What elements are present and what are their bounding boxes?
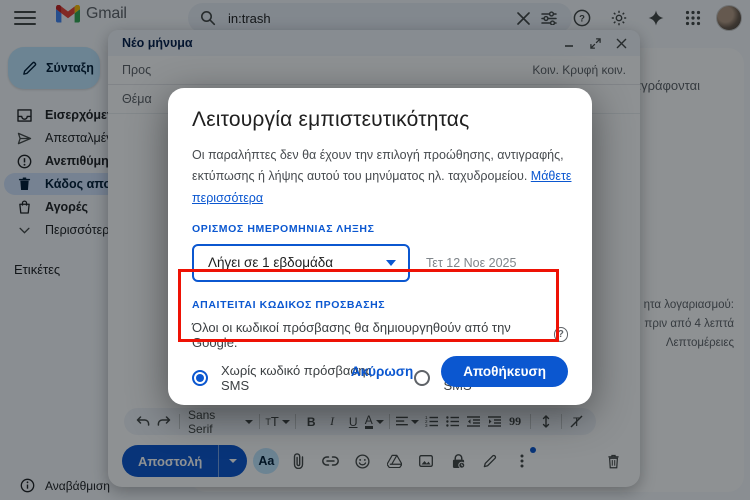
gmail-app: Gmail in:trash ? <box>0 0 750 500</box>
expiry-row: Λήγει σε 1 εβδομάδα Τετ 12 Νοε 2025 <box>192 244 568 282</box>
passcode-note: Όλοι οι κωδικοί πρόσβασης θα δημιουργηθο… <box>192 320 568 350</box>
save-button[interactable]: Αποθήκευση <box>441 356 568 387</box>
select-caret-icon <box>386 260 396 266</box>
expiry-select[interactable]: Λήγει σε 1 εβδομάδα <box>192 244 410 282</box>
dialog-title: Λειτουργία εμπιστευτικότητας <box>192 108 568 132</box>
expiry-date: Τετ 12 Νοε 2025 <box>426 256 516 270</box>
passcode-help-icon[interactable]: ? <box>554 327 568 342</box>
passcode-section-label: ΑΠΑΙΤΕΙΤΑΙ ΚΩΔΙΚΟΣ ΠΡΟΣΒΑΣΗΣ <box>192 299 568 311</box>
expiry-selected-value: Λήγει σε 1 εβδομάδα <box>208 255 386 270</box>
dialog-actions: Ακύρωση Αποθήκευση <box>351 356 568 387</box>
expiry-section-label: ΟΡΙΣΜΟΣ ΗΜΕΡΟΜΗΝΙΑΣ ΛΗΞΗΣ <box>192 223 568 235</box>
dialog-description: Οι παραλήπτες δεν θα έχουν την επιλογή π… <box>192 145 574 209</box>
confidential-mode-dialog: Λειτουργία εμπιστευτικότητας Οι παραλήπτ… <box>168 88 592 405</box>
radio-no-sms-passcode[interactable] <box>192 370 208 386</box>
cancel-button[interactable]: Ακύρωση <box>351 364 413 379</box>
